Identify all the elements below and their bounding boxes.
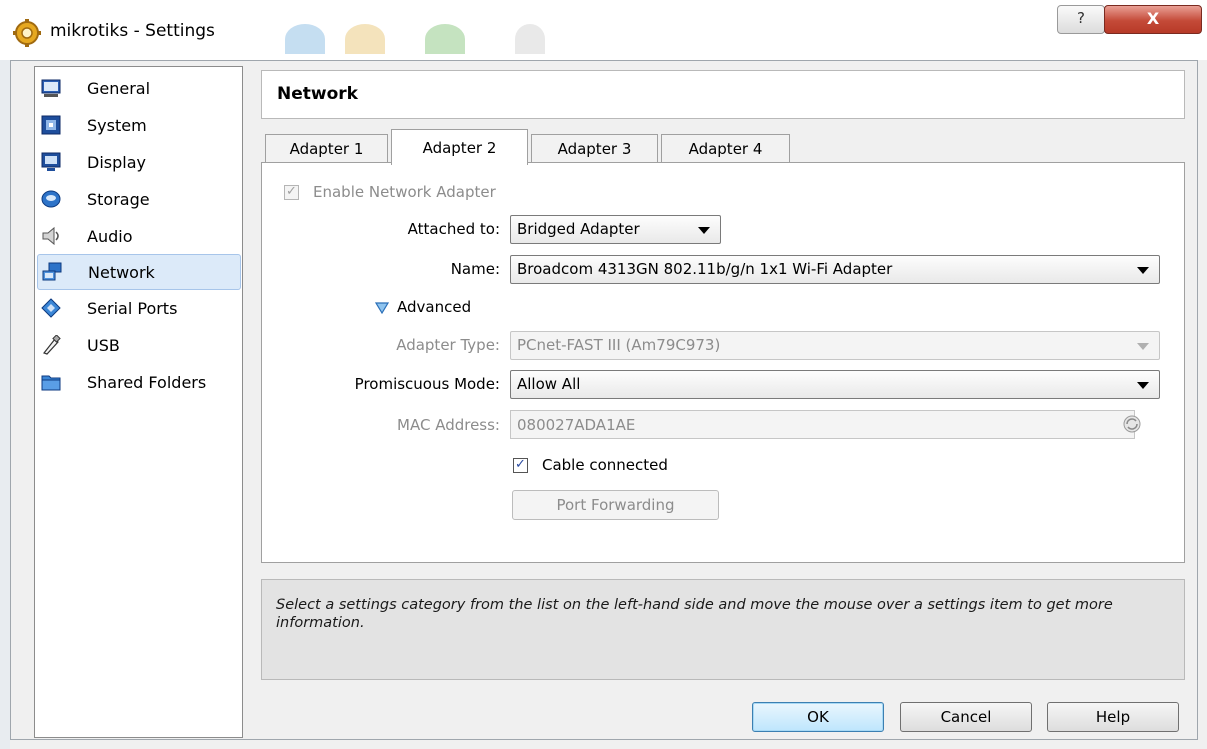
tab-adapter-4[interactable]: Adapter 4 [661,134,790,163]
chevron-down-icon [1137,267,1149,274]
sidebar-item-usb[interactable]: USB [37,328,239,362]
toolbar-decoration [345,24,385,54]
attached-to-value: Bridged Adapter [517,220,640,238]
advanced-toggle[interactable]: Advanced [375,298,505,320]
settings-category-list[interactable]: General System Display Storage Audio Net… [34,66,243,738]
refresh-mac-icon[interactable] [1122,414,1142,434]
name-value: Broadcom 4313GN 802.11b/g/n 1x1 Wi-Fi Ad… [517,260,893,278]
chevron-down-icon [698,227,710,234]
port-forwarding-button[interactable]: Port Forwarding [512,490,719,520]
triangle-down-icon [375,302,389,314]
promiscuous-mode-value: Allow All [517,375,581,393]
network-icon [42,262,62,281]
mac-address-value: 080027ADA1AE [517,416,636,434]
sidebar-item-label: Storage [87,189,150,209]
chevron-down-icon [1137,343,1149,350]
adapter-type-select[interactable]: PCnet-FAST III (Am79C973) [510,331,1160,360]
sidebar-item-label: Network [88,262,155,282]
adapter-settings-panel: ✓ Enable Network Adapter Attached to: Br… [261,162,1185,563]
info-text: Select a settings category from the list… [276,597,1113,631]
window-edge [0,60,10,749]
attached-to-select[interactable]: Bridged Adapter [510,215,721,244]
sidebar-item-label: Audio [87,226,133,246]
sidebar-item-label: Serial Ports [87,298,178,318]
serial-ports-icon [41,298,61,318]
sidebar-item-shared-folders[interactable]: Shared Folders [37,365,239,399]
sidebar-item-network[interactable]: Network [37,254,241,290]
display-icon [41,152,61,171]
toolbar-decoration [425,24,465,54]
system-icon [41,115,61,135]
ok-button[interactable]: OK [752,702,884,732]
name-label: Name: [450,260,500,278]
window-close-button[interactable]: X [1104,5,1202,34]
sidebar-item-general[interactable]: General [37,71,239,105]
sidebar-item-display[interactable]: Display [37,145,239,179]
advanced-label: Advanced [397,298,472,316]
cable-connected-checkbox[interactable]: ✓ [513,458,528,473]
sidebar-item-audio[interactable]: Audio [37,219,239,253]
tab-adapter-1[interactable]: Adapter 1 [265,134,388,163]
settings-gear-icon [13,19,41,47]
cable-connected-label: Cable connected [542,456,668,474]
usb-icon [43,335,61,355]
toolbar-decoration [285,24,325,54]
storage-icon [41,190,61,208]
audio-icon [42,226,59,246]
chevron-down-icon [1137,382,1149,389]
attached-to-label: Attached to: [407,220,500,238]
sidebar-item-label: Shared Folders [87,372,207,392]
sidebar-item-system[interactable]: System [37,108,239,142]
sidebar-item-label: Display [87,152,146,172]
sidebar-item-label: System [87,115,147,135]
name-select[interactable]: Broadcom 4313GN 802.11b/g/n 1x1 Wi-Fi Ad… [510,255,1160,284]
sidebar-item-label: General [87,78,151,98]
enable-adapter-checkbox[interactable]: ✓ [284,185,299,200]
tab-adapter-2[interactable]: Adapter 2 [391,129,528,165]
page-title: Network [277,84,358,104]
enable-adapter-label: Enable Network Adapter [313,183,496,201]
sidebar-item-serial-ports[interactable]: Serial Ports [37,291,239,325]
tab-adapter-3[interactable]: Adapter 3 [531,134,658,163]
mac-address-label: MAC Address: [397,416,500,434]
sidebar-item-storage[interactable]: Storage [37,182,239,216]
toolbar-decoration [515,24,545,54]
adapter-type-label: Adapter Type: [396,336,500,354]
info-panel: Select a settings category from the list… [261,579,1185,680]
general-icon [41,79,61,97]
help-button[interactable]: Help [1047,702,1179,732]
mac-address-field[interactable]: 080027ADA1AE [510,410,1135,439]
promiscuous-mode-label: Promiscuous Mode: [354,375,500,393]
adapter-type-value: PCnet-FAST III (Am79C973) [517,336,721,354]
promiscuous-mode-select[interactable]: Allow All [510,370,1160,399]
sidebar-item-label: USB [87,335,120,355]
page-header: Network [261,70,1185,119]
window-help-button[interactable]: ? [1057,5,1105,34]
title-bar: mikrotiks - Settings ? X [0,0,1207,60]
window-title: mikrotiks - Settings [50,21,215,41]
shared-folders-icon [41,375,61,391]
cancel-button[interactable]: Cancel [900,702,1032,732]
